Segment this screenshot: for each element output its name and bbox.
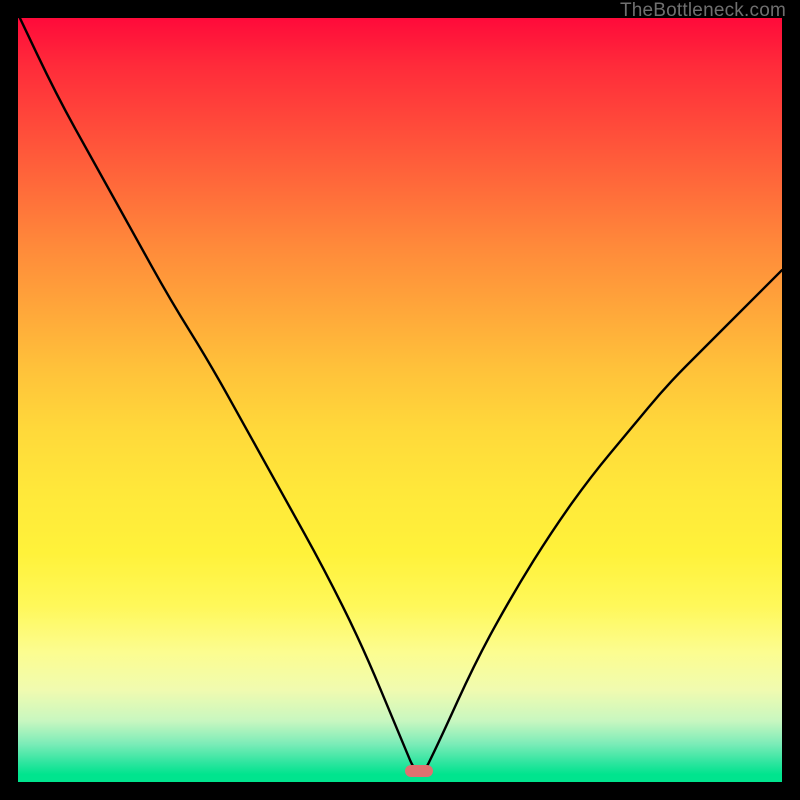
optimum-marker bbox=[405, 765, 433, 777]
chart-frame: TheBottleneck.com bbox=[0, 0, 800, 800]
plot-area bbox=[18, 18, 782, 782]
attribution-label: TheBottleneck.com bbox=[620, 0, 786, 22]
bottleneck-curve bbox=[18, 18, 782, 782]
